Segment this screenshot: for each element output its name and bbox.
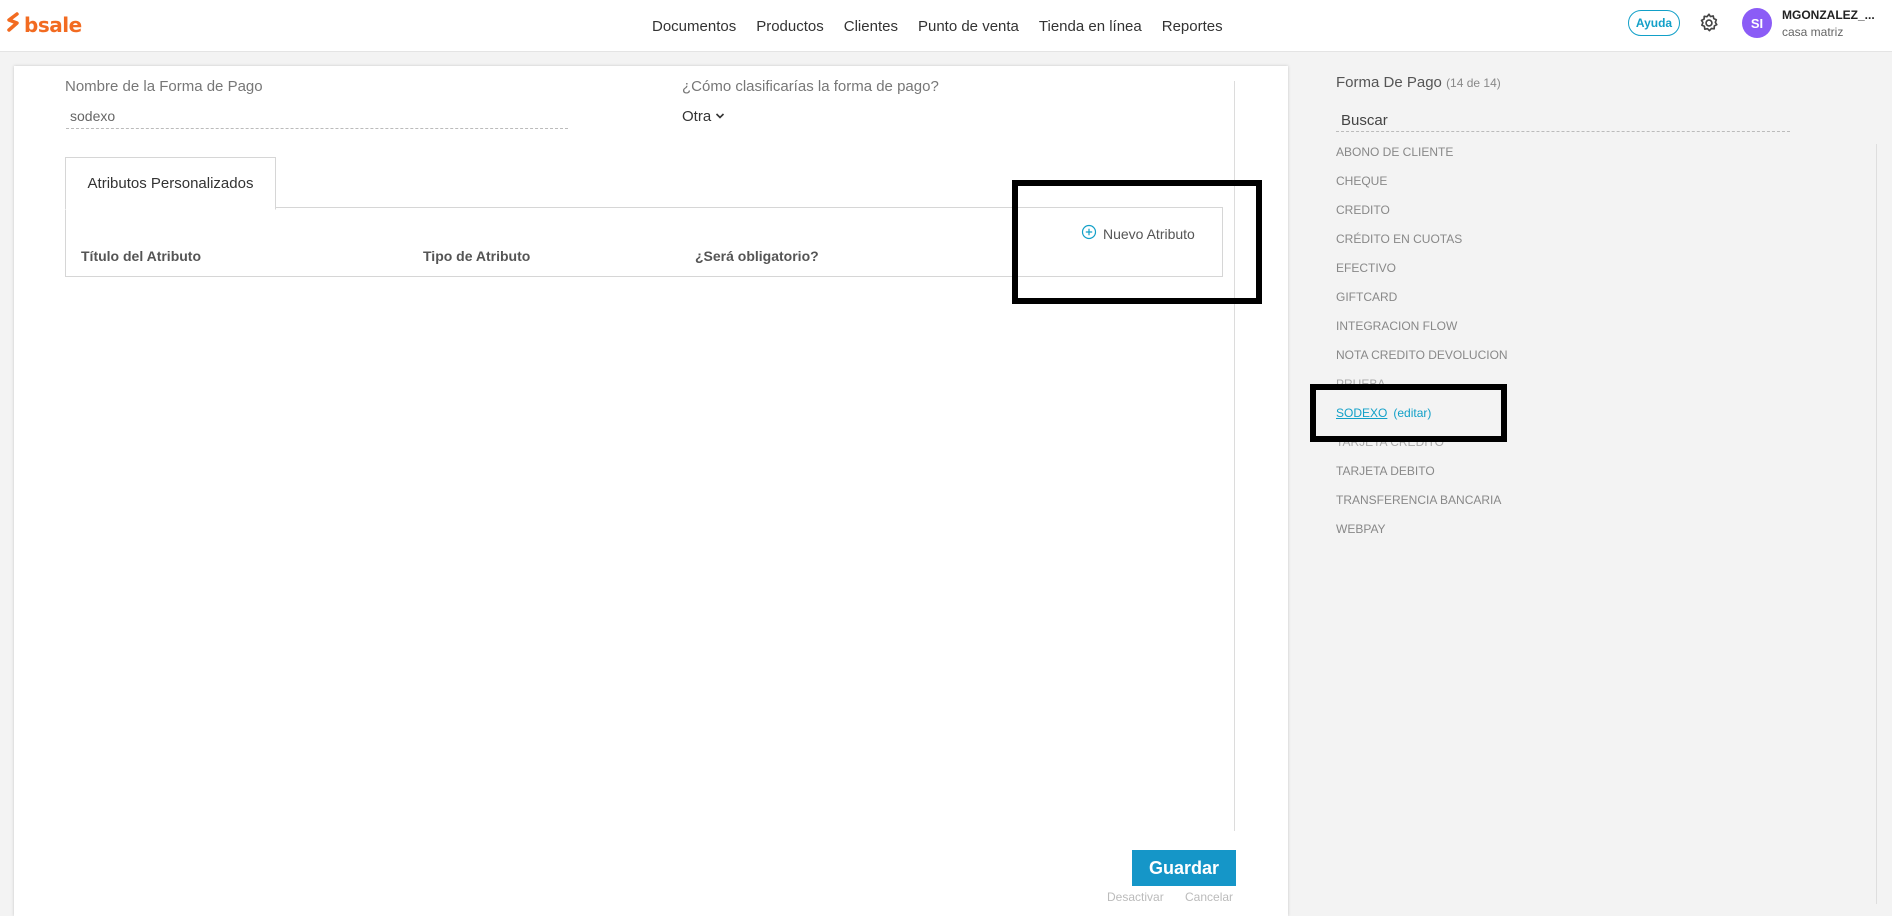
- user-name[interactable]: MGONZALEZ_...: [1782, 8, 1875, 22]
- payment-method-item[interactable]: GIFTCARD: [1336, 287, 1508, 316]
- nav-clientes[interactable]: Clientes: [844, 18, 898, 35]
- payment-methods-title: Forma De Pago (14 de 14): [1336, 74, 1501, 91]
- nav-documentos[interactable]: Documentos: [652, 18, 736, 35]
- payment-method-item[interactable]: EFECTIVO: [1336, 258, 1508, 287]
- payment-method-item[interactable]: WEBPAY: [1336, 519, 1508, 548]
- payment-method-item-selected[interactable]: SODEXO (editar): [1336, 403, 1508, 432]
- col-attribute-title: Título del Atributo: [81, 248, 202, 264]
- payment-method-item[interactable]: PRUEBA: [1336, 374, 1508, 403]
- col-attribute-type: Tipo de Atributo: [423, 248, 531, 264]
- edit-link[interactable]: (editar): [1393, 406, 1431, 420]
- payment-method-item[interactable]: INTEGRACION FLOW: [1336, 316, 1508, 345]
- payment-form-panel: Nombre de la Forma de Pago ¿Cómo clasifi…: [14, 66, 1288, 916]
- payment-method-item[interactable]: NOTA CREDITO DEVOLUCION: [1336, 345, 1508, 374]
- avatar[interactable]: SI: [1742, 8, 1772, 38]
- top-bar: bsale Documentos Productos Clientes Punt…: [0, 0, 1892, 52]
- panel-divider: [1234, 81, 1235, 831]
- tab-custom-attributes[interactable]: Atributos Personalizados: [65, 157, 276, 210]
- user-branch: casa matriz: [1782, 25, 1844, 39]
- bsale-logo[interactable]: bsale: [6, 12, 82, 37]
- classify-dropdown[interactable]: Otra: [682, 108, 725, 125]
- cancel-link[interactable]: Cancelar: [1185, 890, 1233, 904]
- nav-productos[interactable]: Productos: [756, 18, 824, 35]
- classify-value: Otra: [682, 108, 712, 125]
- nav-punto-de-venta[interactable]: Punto de venta: [918, 18, 1019, 35]
- list-divider: [1876, 144, 1877, 904]
- attributes-table: Título del Atributo Tipo de Atributo ¿Se…: [65, 207, 1223, 277]
- payment-methods-count: (14 de 14): [1446, 76, 1501, 90]
- payment-method-list: ABONO DE CLIENTE CHEQUE CREDITO CRÉDITO …: [1336, 142, 1508, 548]
- search-input[interactable]: [1336, 110, 1790, 132]
- main-nav: Documentos Productos Clientes Punto de v…: [652, 0, 1243, 52]
- payment-method-item[interactable]: TARJETA CREDITO: [1336, 432, 1508, 461]
- col-required: ¿Será obligatorio?: [695, 248, 819, 264]
- logo-text: bsale: [24, 12, 82, 37]
- payment-method-item[interactable]: TARJETA DEBITO: [1336, 461, 1508, 490]
- save-button[interactable]: Guardar: [1132, 850, 1236, 886]
- payment-method-item[interactable]: ABONO DE CLIENTE: [1336, 142, 1508, 171]
- name-label: Nombre de la Forma de Pago: [65, 78, 263, 95]
- classify-label: ¿Cómo clasificarías la forma de pago?: [682, 78, 939, 95]
- payment-method-item[interactable]: CHEQUE: [1336, 171, 1508, 200]
- payment-method-item[interactable]: CREDITO: [1336, 200, 1508, 229]
- payment-methods-title-text: Forma De Pago: [1336, 74, 1442, 91]
- nav-reportes[interactable]: Reportes: [1162, 18, 1223, 35]
- nav-tienda-en-linea[interactable]: Tienda en línea: [1039, 18, 1142, 35]
- payment-name-input[interactable]: [66, 104, 568, 129]
- selected-method-label[interactable]: SODEXO: [1336, 406, 1387, 420]
- chevron-down-icon: [715, 108, 725, 125]
- gear-icon[interactable]: [1698, 12, 1720, 39]
- add-circle-icon: [1081, 224, 1097, 243]
- payment-method-item[interactable]: CRÉDITO EN CUOTAS: [1336, 229, 1508, 258]
- payment-method-item[interactable]: TRANSFERENCIA BANCARIA: [1336, 490, 1508, 519]
- bsale-logo-icon: [6, 12, 20, 37]
- help-button[interactable]: Ayuda: [1628, 10, 1680, 36]
- new-attribute-button[interactable]: Nuevo Atributo: [1081, 224, 1195, 243]
- deactivate-link[interactable]: Desactivar: [1107, 890, 1164, 904]
- new-attribute-label: Nuevo Atributo: [1103, 225, 1195, 242]
